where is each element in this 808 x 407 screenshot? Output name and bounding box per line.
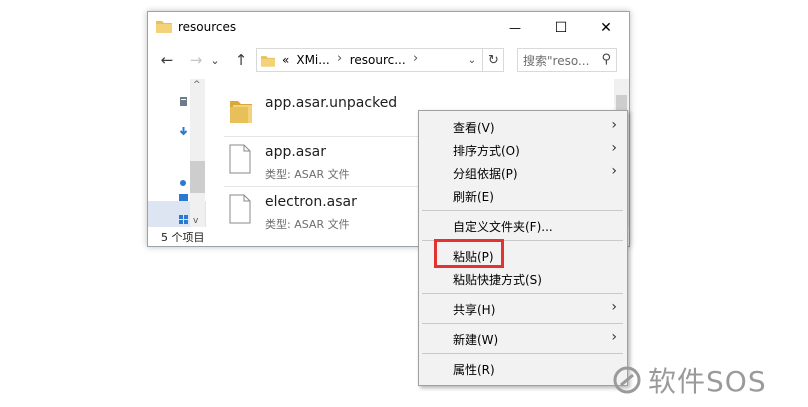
file-icon [229, 144, 251, 174]
back-button[interactable]: ← [156, 49, 178, 71]
close-button[interactable]: ✕ [583, 12, 629, 43]
menu-separator [422, 323, 623, 324]
search-icon: ⚲ [601, 52, 611, 67]
menu-item-paste-shortcut[interactable]: 粘贴快捷方式(S) [419, 268, 627, 290]
menu-item-properties[interactable]: 属性(R) [419, 358, 627, 380]
scroll-up-icon[interactable]: ^ [193, 80, 201, 90]
desktop-icon [179, 194, 188, 201]
title-bar[interactable]: resources — ☐ ✕ [148, 12, 629, 43]
windows-drive-icon [179, 215, 188, 224]
document-icon [180, 97, 187, 106]
refresh-icon: ↻ [488, 52, 499, 68]
address-dropdown-button[interactable]: ⌄ [462, 48, 482, 72]
chevron-right-icon: › [611, 329, 617, 345]
scroll-down-icon[interactable]: v [193, 216, 198, 226]
nav-scrollbar-thumb[interactable] [190, 161, 205, 193]
menu-item-share[interactable]: 共享(H) › [419, 298, 627, 320]
file-type: 类型: ASAR 文件 [265, 218, 350, 231]
file-name: electron.asar [265, 194, 357, 210]
window-title: resources [178, 20, 237, 34]
chevron-right-icon[interactable]: › [337, 51, 342, 66]
close-icon: ✕ [600, 19, 612, 36]
minimize-icon: — [509, 20, 521, 35]
chevron-right-icon: › [611, 117, 617, 133]
folder-icon [156, 21, 172, 33]
status-item-count: 5 个项目 [161, 231, 205, 244]
search-placeholder: 搜索"reso... [523, 53, 590, 68]
folder-icon [261, 55, 275, 67]
recent-locations-button[interactable]: ⌄ [208, 49, 222, 71]
chevron-right-icon[interactable]: › [413, 51, 418, 66]
menu-item-sort-by[interactable]: 排序方式(O) › [419, 139, 627, 161]
maximize-icon: ☐ [554, 19, 568, 36]
address-overflow[interactable]: « [282, 53, 289, 67]
up-button[interactable]: ↑ [230, 49, 252, 71]
menu-item-new[interactable]: 新建(W) › [419, 328, 627, 350]
music-icon [180, 180, 186, 186]
watermark: 软件SOS [612, 360, 802, 400]
refresh-button[interactable]: ↻ [482, 48, 504, 72]
back-arrow-icon: ← [160, 51, 174, 69]
chevron-right-icon: › [611, 299, 617, 315]
chevron-right-icon: › [611, 163, 617, 179]
chevron-down-icon: ⌄ [210, 53, 220, 67]
file-name: app.asar [265, 144, 327, 160]
paste-highlight-box [434, 239, 504, 268]
file-icon [229, 194, 251, 224]
up-arrow-icon: ↑ [234, 51, 248, 69]
navigation-pane[interactable]: ^ v [148, 79, 206, 227]
menu-item-refresh[interactable]: 刷新(E) [419, 185, 627, 207]
folder-icon [230, 101, 252, 123]
menu-item-customize-folder[interactable]: 自定义文件夹(F)... [419, 215, 627, 237]
file-type: 类型: ASAR 文件 [265, 168, 350, 181]
maximize-button[interactable]: ☐ [538, 12, 584, 43]
menu-separator [422, 293, 623, 294]
watermark-logo-icon [613, 366, 641, 394]
forward-arrow-icon: → [189, 51, 203, 69]
menu-separator [422, 210, 623, 211]
menu-item-view[interactable]: 查看(V) › [419, 116, 627, 138]
address-segment-resources[interactable]: resourc... [350, 53, 406, 67]
menu-item-group-by[interactable]: 分组依据(P) › [419, 162, 627, 184]
search-box[interactable]: 搜索"reso... ⚲ [517, 48, 617, 72]
menu-separator [422, 353, 623, 354]
watermark-text: 软件SOS [648, 365, 767, 398]
chevron-right-icon: › [611, 140, 617, 156]
nav-scrollbar[interactable] [190, 79, 205, 227]
download-icon [179, 127, 188, 136]
minimize-button[interactable]: — [492, 12, 538, 43]
file-name: app.asar.unpacked [265, 95, 398, 111]
chevron-down-icon: ⌄ [467, 54, 477, 66]
navigation-bar: ← → ⌄ ↑ « XMi... › resourc... › ⌄ ↻ 搜索"r… [148, 45, 629, 75]
address-segment-xmind[interactable]: XMi... [296, 53, 329, 67]
forward-button[interactable]: → [185, 49, 207, 71]
